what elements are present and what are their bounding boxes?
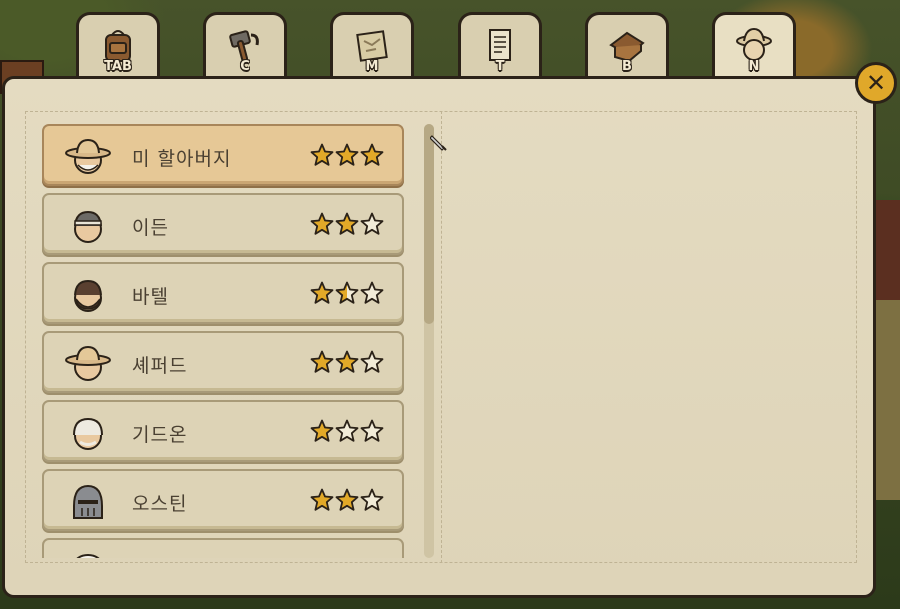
headband-man-avatar-icon	[74, 210, 102, 243]
tab-key-label: M	[365, 59, 379, 74]
friendship-stars	[310, 143, 384, 167]
knight-helmet-avatar-icon	[73, 484, 103, 519]
villager-row[interactable]: 미 할아버지	[42, 124, 404, 186]
star-half-icon	[335, 281, 359, 304]
star-filled-icon	[335, 212, 359, 235]
star-empty-icon	[360, 488, 384, 511]
star-empty-icon	[360, 212, 384, 235]
friendship-stars	[310, 281, 384, 305]
star-empty-icon	[335, 419, 359, 442]
star-filled-icon	[310, 143, 334, 166]
star-filled-icon	[335, 350, 359, 373]
friendship-stars	[310, 419, 384, 443]
tab-key-label: C	[240, 59, 250, 74]
villager-row[interactable]: 이든	[42, 193, 404, 255]
villager-name: 바텔	[132, 286, 169, 308]
star-filled-icon	[310, 212, 334, 235]
star-filled-icon	[335, 143, 359, 166]
star-empty-icon	[360, 281, 384, 304]
villager-name: 이든	[132, 217, 169, 239]
star-empty-icon	[360, 350, 384, 373]
villager-name: 기드온	[132, 424, 188, 446]
farmer-hat-elder-avatar-icon	[65, 138, 111, 174]
tab-key-label: TAB	[104, 59, 132, 74]
friendship-stars	[310, 488, 384, 512]
tab-key-label: B	[622, 59, 632, 74]
star-filled-icon	[310, 281, 334, 304]
sword-cursor-icon	[430, 135, 447, 151]
tab-key-label: T	[495, 59, 505, 74]
star-filled-icon	[310, 419, 334, 442]
farmer-hat-avatar-icon	[65, 345, 111, 381]
villager-name: 미 할아버지	[132, 148, 232, 170]
star-filled-icon	[310, 488, 334, 511]
tab-key-label: N	[748, 59, 760, 74]
white-haired-elder-avatar-icon	[73, 417, 103, 450]
close-button[interactable]: ✕	[855, 62, 897, 104]
villager-detail-page	[440, 110, 852, 556]
star-empty-icon	[360, 419, 384, 442]
villager-row[interactable]: 셰퍼드	[42, 331, 404, 393]
star-filled-icon	[335, 488, 359, 511]
villager-name: 셰퍼드	[132, 355, 188, 377]
star-filled-icon	[310, 350, 334, 373]
villager-row[interactable]: 오스틴	[42, 469, 404, 531]
chef-hat-avatar-icon	[76, 554, 100, 558]
bearded-man-avatar-icon	[74, 279, 102, 312]
villager-name: 오스틴	[132, 493, 188, 515]
villager-row[interactable]: 기드온	[42, 400, 404, 462]
villager-list[interactable]: 미 할아버지이든바텔셰퍼드기드온오스틴	[42, 124, 406, 558]
star-filled-icon	[360, 143, 384, 166]
friendship-stars	[310, 350, 384, 374]
villager-row[interactable]: 바텔	[42, 262, 404, 324]
friendship-stars	[310, 212, 384, 236]
villager-row[interactable]	[42, 538, 404, 558]
